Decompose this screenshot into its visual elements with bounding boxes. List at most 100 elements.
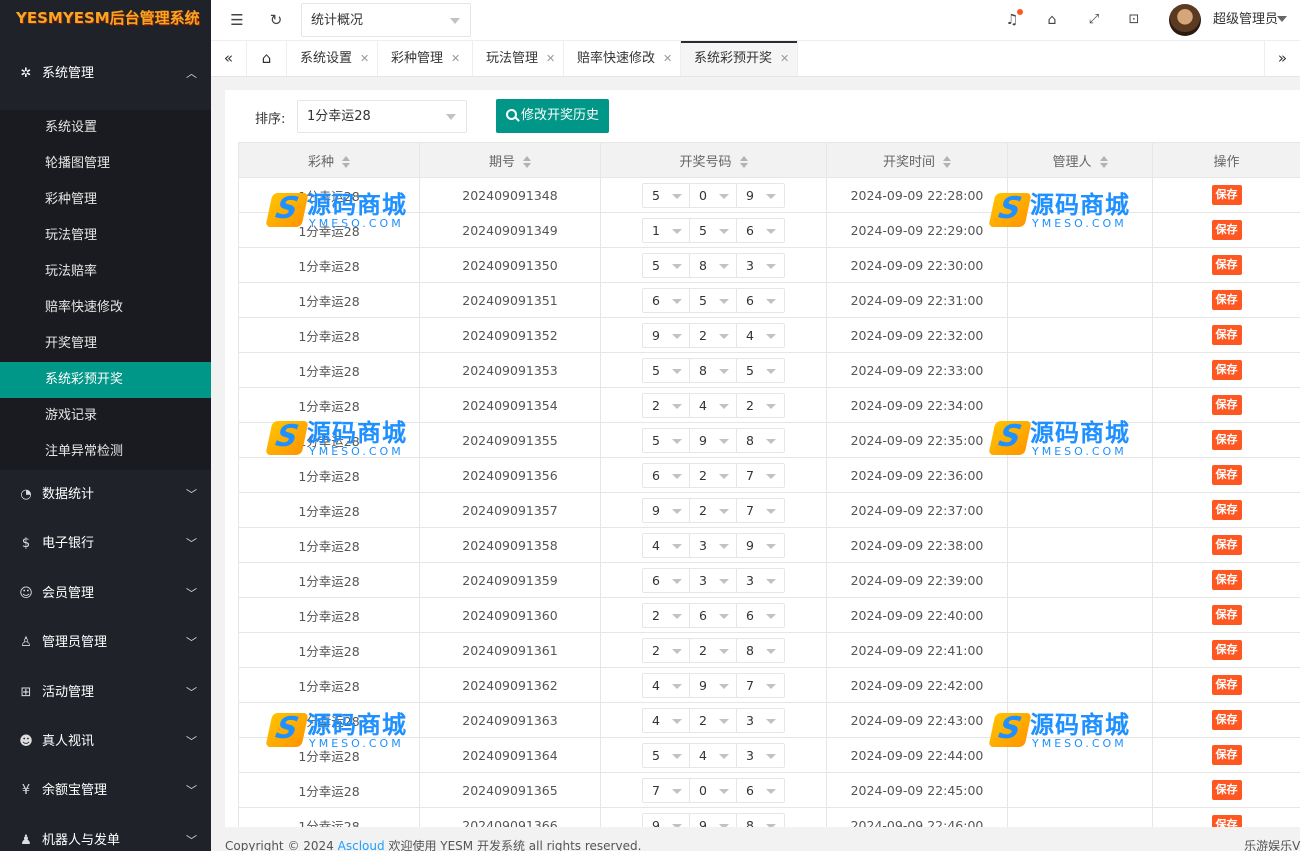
number-select[interactable]: 3: [736, 567, 785, 593]
user-menu-caret-icon[interactable]: [1277, 16, 1287, 22]
number-select[interactable]: 6: [689, 602, 738, 628]
number-select[interactable]: 6: [736, 602, 785, 628]
number-select[interactable]: 7: [736, 497, 785, 523]
column-header[interactable]: 期号: [419, 142, 601, 178]
number-select[interactable]: 4: [642, 672, 691, 698]
close-icon[interactable]: ✕: [663, 52, 672, 65]
tabs-scroll-right-icon[interactable]: »: [1264, 41, 1300, 76]
number-select[interactable]: 5: [642, 427, 691, 453]
number-select[interactable]: 5: [642, 252, 691, 278]
refresh-icon[interactable]: ↻: [266, 0, 286, 40]
sort-icon[interactable]: [1099, 156, 1108, 168]
number-select[interactable]: 2: [642, 637, 691, 663]
tab-item[interactable]: 彩种管理 ✕: [378, 41, 473, 76]
number-select[interactable]: 9: [642, 497, 691, 523]
number-select[interactable]: 3: [689, 532, 738, 558]
number-select[interactable]: 8: [736, 427, 785, 453]
tag-icon[interactable]: ⌂: [1044, 0, 1060, 40]
number-select[interactable]: 5: [642, 182, 691, 208]
nav-system-management[interactable]: ✲ 系统管理 ︿: [0, 38, 211, 110]
game-select[interactable]: 1分幸运28: [297, 100, 467, 133]
save-button[interactable]: 保存: [1211, 640, 1242, 660]
number-select[interactable]: 4: [642, 707, 691, 733]
number-select[interactable]: 8: [736, 637, 785, 663]
save-button[interactable]: 保存: [1211, 780, 1242, 800]
number-select[interactable]: 9: [736, 182, 785, 208]
number-select[interactable]: 3: [736, 742, 785, 768]
number-select[interactable]: 2: [642, 392, 691, 418]
number-select[interactable]: 6: [642, 287, 691, 313]
sidebar-sub-item[interactable]: 开奖管理: [0, 326, 211, 362]
number-select[interactable]: 9: [689, 672, 738, 698]
number-select[interactable]: 4: [689, 742, 738, 768]
ascloud-link[interactable]: Ascloud: [338, 839, 385, 851]
sidebar-group-item[interactable]: ⊞ 活动管理 ﹀: [0, 668, 211, 717]
number-select[interactable]: 0: [689, 182, 738, 208]
menu-collapse-icon[interactable]: ☰: [227, 0, 247, 40]
page-select[interactable]: 统计概况: [301, 3, 471, 37]
column-header[interactable]: 开奖号码: [600, 142, 827, 178]
save-button[interactable]: 保存: [1211, 675, 1242, 695]
save-button[interactable]: 保存: [1211, 325, 1242, 345]
number-select[interactable]: 2: [689, 637, 738, 663]
number-select[interactable]: 5: [689, 217, 738, 243]
sidebar-group-item[interactable]: ¥ 余额宝管理 ﹀: [0, 766, 211, 815]
number-select[interactable]: 5: [642, 742, 691, 768]
tabs-scroll-left-icon[interactable]: «: [211, 41, 247, 76]
user-name[interactable]: 超级管理员: [1213, 0, 1278, 40]
save-button[interactable]: 保存: [1211, 290, 1242, 310]
sidebar-sub-item[interactable]: 系统设置: [0, 110, 211, 146]
save-button[interactable]: 保存: [1211, 395, 1242, 415]
close-icon[interactable]: ✕: [546, 52, 555, 65]
sidebar-sub-item[interactable]: 玩法赔率: [0, 254, 211, 290]
number-select[interactable]: 2: [689, 497, 738, 523]
number-select[interactable]: 9: [642, 812, 691, 827]
number-select[interactable]: 9: [689, 427, 738, 453]
close-icon[interactable]: ✕: [360, 52, 369, 65]
number-select[interactable]: 3: [689, 567, 738, 593]
number-select[interactable]: 6: [642, 462, 691, 488]
save-button[interactable]: 保存: [1211, 465, 1242, 485]
number-select[interactable]: 6: [642, 567, 691, 593]
sort-icon[interactable]: [523, 156, 531, 168]
tab-item[interactable]: 赔率快速修改 ✕: [564, 41, 681, 76]
number-select[interactable]: 2: [689, 707, 738, 733]
number-select[interactable]: 9: [689, 812, 738, 827]
sidebar-sub-item[interactable]: 轮播图管理: [0, 146, 211, 182]
number-select[interactable]: 7: [736, 672, 785, 698]
number-select[interactable]: 8: [689, 357, 738, 383]
number-select[interactable]: 4: [642, 532, 691, 558]
sort-icon[interactable]: [943, 156, 951, 168]
number-select[interactable]: 5: [736, 357, 785, 383]
save-button[interactable]: 保存: [1211, 430, 1242, 450]
save-button[interactable]: 保存: [1211, 605, 1242, 625]
column-header[interactable]: 彩种: [238, 142, 420, 178]
sidebar-group-item[interactable]: ☺ 会员管理 ﹀: [0, 569, 211, 618]
sidebar-group-item[interactable]: ♟ 机器人与发单 ﹀: [0, 816, 211, 851]
save-button[interactable]: 保存: [1211, 570, 1242, 590]
edit-history-button[interactable]: 修改开奖历史: [496, 99, 609, 133]
sidebar-group-item[interactable]: ♙ 管理员管理 ﹀: [0, 618, 211, 667]
sidebar-sub-item[interactable]: 游戏记录: [0, 398, 211, 434]
number-select[interactable]: 7: [736, 462, 785, 488]
number-select[interactable]: 5: [642, 357, 691, 383]
sort-icon[interactable]: [739, 156, 748, 168]
number-select[interactable]: 8: [736, 812, 785, 827]
save-button[interactable]: 保存: [1211, 500, 1242, 520]
sidebar-group-item[interactable]: ◔ 数据统计 ﹀: [0, 470, 211, 519]
number-select[interactable]: 9: [642, 322, 691, 348]
save-button[interactable]: 保存: [1211, 255, 1242, 275]
lock-icon[interactable]: ⊡: [1126, 0, 1142, 40]
number-select[interactable]: 6: [736, 287, 785, 313]
sidebar-sub-item[interactable]: 赔率快速修改: [0, 290, 211, 326]
number-select[interactable]: 6: [736, 217, 785, 243]
tab-item[interactable]: 系统彩预开奖 ✕: [681, 41, 798, 76]
bell-icon[interactable]: ♫: [1004, 0, 1023, 40]
tab-item[interactable]: 玩法管理 ✕: [473, 41, 564, 76]
home-tab-icon[interactable]: ⌂: [247, 41, 287, 76]
save-button[interactable]: 保存: [1211, 220, 1242, 240]
number-select[interactable]: 6: [736, 777, 785, 803]
sidebar-sub-item[interactable]: 系统彩预开奖: [0, 362, 211, 398]
number-select[interactable]: 3: [736, 707, 785, 733]
number-select[interactable]: 3: [736, 252, 785, 278]
